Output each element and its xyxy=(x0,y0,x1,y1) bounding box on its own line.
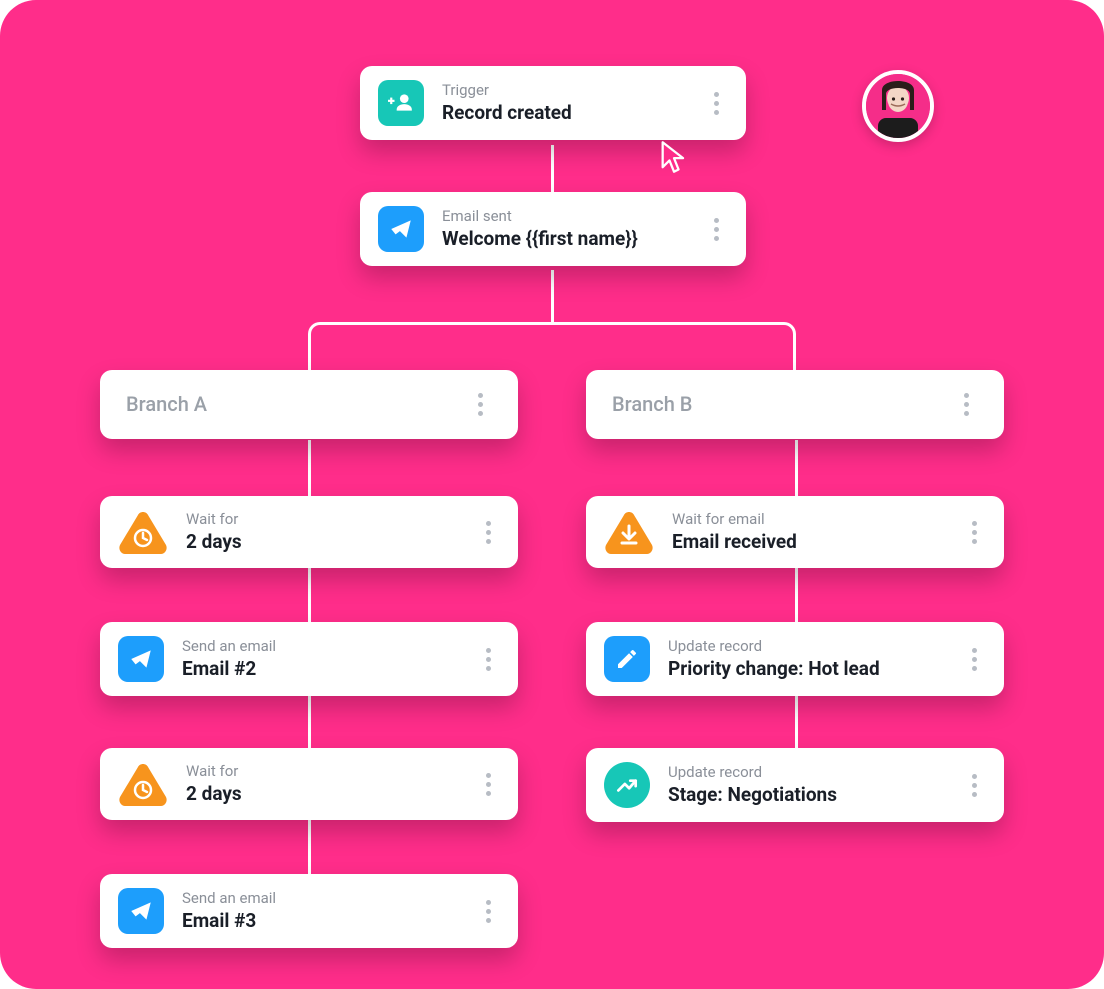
send-email-card-a2[interactable]: Send an email Email #3 xyxy=(100,874,518,948)
card-text: Trigger Record created xyxy=(442,81,686,125)
card-title: Priority change: Hot lead xyxy=(668,657,944,681)
more-icon[interactable] xyxy=(962,521,986,544)
card-text: Branch A xyxy=(126,392,450,417)
card-title: Email received xyxy=(672,530,944,554)
cursor-pointer-icon xyxy=(660,140,688,174)
card-title: 2 days xyxy=(186,530,458,554)
card-text: Wait for 2 days xyxy=(186,510,458,554)
card-label: Trigger xyxy=(442,81,686,99)
card-text: Wait for 2 days xyxy=(186,762,458,806)
update-record-card-2[interactable]: Update record Stage: Negotiations xyxy=(586,748,1004,822)
card-label: Send an email xyxy=(182,889,458,907)
clock-triangle-icon xyxy=(118,762,168,806)
wait-card-a2[interactable]: Wait for 2 days xyxy=(100,748,518,820)
pencil-icon xyxy=(604,636,650,682)
more-icon[interactable] xyxy=(962,774,986,797)
trend-up-icon xyxy=(604,762,650,808)
workflow-canvas: Trigger Record created Email sent Welcom… xyxy=(0,0,1104,989)
branch-title: Branch B xyxy=(612,392,936,417)
more-icon[interactable] xyxy=(704,92,728,115)
more-icon[interactable] xyxy=(476,773,500,796)
clock-triangle-icon xyxy=(118,510,168,554)
more-icon[interactable] xyxy=(476,648,500,671)
card-text: Email sent Welcome {{first name}} xyxy=(442,207,686,251)
send-icon xyxy=(118,636,164,682)
wait-card-a1[interactable]: Wait for 2 days xyxy=(100,496,518,568)
branch-title: Branch A xyxy=(126,392,450,417)
card-text: Branch B xyxy=(612,392,936,417)
trigger-card[interactable]: Trigger Record created xyxy=(360,66,746,140)
branch-b-card[interactable]: Branch B xyxy=(586,370,1004,439)
connector-line xyxy=(551,270,554,325)
card-title: 2 days xyxy=(186,782,458,806)
more-icon[interactable] xyxy=(476,521,500,544)
update-record-card-1[interactable]: Update record Priority change: Hot lead xyxy=(586,622,1004,696)
card-label: Update record xyxy=(668,763,944,781)
wait-email-card[interactable]: Wait for email Email received xyxy=(586,496,1004,568)
connector-split xyxy=(308,322,796,372)
send-icon xyxy=(378,206,424,252)
card-label: Wait for xyxy=(186,510,458,528)
card-label: Email sent xyxy=(442,207,686,225)
card-label: Send an email xyxy=(182,637,458,655)
download-triangle-icon xyxy=(604,510,654,554)
more-icon[interactable] xyxy=(476,900,500,923)
email-sent-card[interactable]: Email sent Welcome {{first name}} xyxy=(360,192,746,266)
add-person-icon xyxy=(378,80,424,126)
more-icon[interactable] xyxy=(962,648,986,671)
card-title: Record created xyxy=(442,101,686,125)
more-icon[interactable] xyxy=(468,393,492,416)
card-label: Wait for xyxy=(186,762,458,780)
send-icon xyxy=(118,888,164,934)
card-title: Welcome {{first name}} xyxy=(442,227,686,251)
card-text: Send an email Email #3 xyxy=(182,889,458,933)
more-icon[interactable] xyxy=(704,218,728,241)
card-text: Update record Priority change: Hot lead xyxy=(668,637,944,681)
card-text: Wait for email Email received xyxy=(672,510,944,554)
send-email-card-a1[interactable]: Send an email Email #2 xyxy=(100,622,518,696)
card-label: Wait for email xyxy=(672,510,944,528)
connector-line xyxy=(551,145,554,195)
card-text: Update record Stage: Negotiations xyxy=(668,763,944,807)
user-avatar[interactable] xyxy=(862,70,934,142)
card-text: Send an email Email #2 xyxy=(182,637,458,681)
branch-a-card[interactable]: Branch A xyxy=(100,370,518,439)
more-icon[interactable] xyxy=(954,393,978,416)
card-title: Email #3 xyxy=(182,909,458,933)
card-title: Email #2 xyxy=(182,657,458,681)
card-label: Update record xyxy=(668,637,944,655)
card-title: Stage: Negotiations xyxy=(668,783,944,807)
